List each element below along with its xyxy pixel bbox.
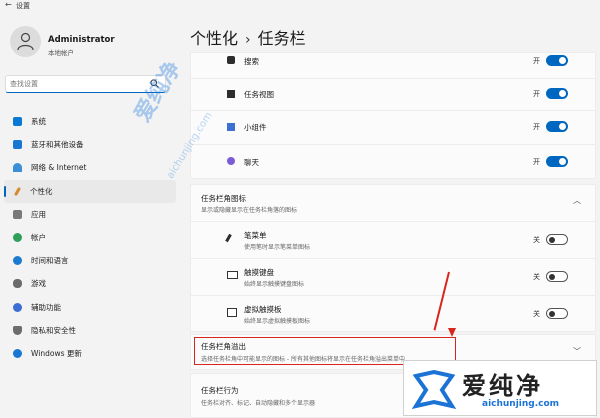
sidebar-item-windows-update[interactable]: Windows 更新 [4,342,176,365]
toggle-state: 开 [533,57,540,65]
section-subtitle: 显示或隐藏显示在任务栏角落的图标 [201,207,298,214]
taskbar-item-label: 任务视图 [244,90,274,99]
shield-icon [13,325,22,335]
taskbar-item-label: 聊天 [244,158,259,167]
breadcrumb-parent[interactable]: 个性化 [190,25,238,49]
chevron-down-icon[interactable]: ﹀ [573,346,581,357]
taskbar-item-label: 搜索 [244,57,259,66]
search-input[interactable] [10,78,140,90]
toggle-state: 开 [533,90,540,98]
sidebar-item-privacy[interactable]: 隐私和安全性 [4,319,176,342]
toggle-state: 关 [533,273,540,281]
title-bar: ← 设置 [0,0,600,14]
touchpad-icon [227,308,237,317]
logo-text: 爱纯净 [462,372,543,400]
annotation-arrow-head [448,328,456,337]
sidebar-item-accounts[interactable]: 帐户 [4,226,176,249]
user-icon [17,32,34,51]
pen-icon [225,233,232,243]
corner-icon-row[interactable]: 笔菜单 使用笔时显示笔菜单图标 关 [191,222,595,258]
section-title: 任务栏行为 [201,386,239,395]
account-icon [13,233,22,243]
taskbar-item-label: 小组件 [244,123,267,132]
sidebar-item-time-language[interactable]: 时间和语言 [4,249,176,272]
keyboard-icon [227,271,238,279]
breadcrumb-separator: › [245,32,251,48]
corner-icon-row[interactable]: 触摸键盘 始终显示触摸键盘图标 关 [191,259,595,295]
search-icon [227,56,235,64]
toggle-switch[interactable] [546,308,568,319]
corner-icon-row[interactable]: 虚拟触摸板 始终显示虚拟触摸板图标 关 [191,296,595,332]
sidebar-item-apps[interactable]: 应用 [4,203,176,226]
corner-icons-header[interactable]: 任务栏角图标 显示或隐藏显示在任务栏角落的图标 ︿ [191,185,595,221]
toggle-switch[interactable] [546,271,568,282]
back-button[interactable]: ← [5,0,12,9]
corner-icon-sub: 始终显示触摸键盘图标 [244,281,305,288]
logo-mark-icon [412,370,456,409]
sidebar-item-personalization[interactable]: 个性化 [4,179,176,203]
toggle-switch[interactable] [546,55,568,66]
corner-icon-label: 虚拟触摸板 [244,305,282,314]
accessibility-icon [13,302,22,312]
brush-icon [13,186,22,196]
gamepad-icon [13,279,22,289]
corner-icons-panel: 任务栏角图标 显示或隐藏显示在任务栏角落的图标 ︿ 笔菜单 使用笔时显示笔菜单图… [190,184,596,332]
task-view-icon [227,90,235,98]
logo-url: aichunjing.com [482,399,560,409]
bluetooth-icon [13,140,22,150]
taskbar-item-row[interactable]: 小组件 开 [191,111,595,144]
globe-icon [13,256,22,266]
page-title: 任务栏 [257,29,306,48]
toggle-switch[interactable] [546,88,568,99]
system-icon [13,117,22,127]
taskbar-items-panel: 搜索 开 任务视图 开 小组件 开 聊天 开 [190,52,596,179]
corner-icon-sub: 始终显示虚拟触摸板图标 [244,318,311,325]
sidebar-item-network[interactable]: 网络 & Internet [4,156,176,179]
corner-icon-label: 笔菜单 [244,231,267,240]
account-type: 本地帐户 [48,49,74,57]
toggle-switch[interactable] [546,156,568,167]
site-logo: 爱纯净 aichunjing.com [403,360,597,416]
toggle-state: 关 [533,310,540,318]
corner-icon-sub: 使用笔时显示笔菜单图标 [244,244,311,251]
avatar[interactable] [10,26,41,57]
corner-icon-label: 触摸键盘 [244,268,274,277]
account-name: Administrator [48,35,115,45]
breadcrumb: 个性化 › 任务栏 [190,25,306,49]
chevron-up-icon[interactable]: ︿ [573,195,581,206]
toggle-state: 开 [533,123,540,131]
update-icon [13,348,22,358]
sidebar-item-bluetooth[interactable]: 蓝牙和其他设备 [4,133,176,156]
sidebar-item-gaming[interactable]: 游戏 [4,272,176,295]
taskbar-item-row[interactable]: 搜索 开 [191,53,595,78]
sidebar-nav: 系统 蓝牙和其他设备 网络 & Internet 个性化 应用 帐户 时间和语言… [4,110,176,365]
sidebar-item-accessibility[interactable]: 辅助功能 [4,296,176,319]
chat-icon [227,157,235,165]
toggle-state: 关 [533,236,540,244]
toggle-state: 开 [533,158,540,166]
widgets-icon [227,123,235,131]
section-title: 任务栏角图标 [201,194,246,203]
section-subtitle: 任务栏对齐、标记、自动隐藏和多个显示器 [201,400,316,407]
app-title: 设置 [16,2,30,10]
toggle-switch[interactable] [546,121,568,132]
taskbar-item-row[interactable]: 聊天 开 [191,145,595,179]
network-icon [13,163,22,173]
toggle-switch[interactable] [546,234,568,245]
apps-icon [13,209,22,219]
taskbar-item-row[interactable]: 任务视图 开 [191,79,595,110]
